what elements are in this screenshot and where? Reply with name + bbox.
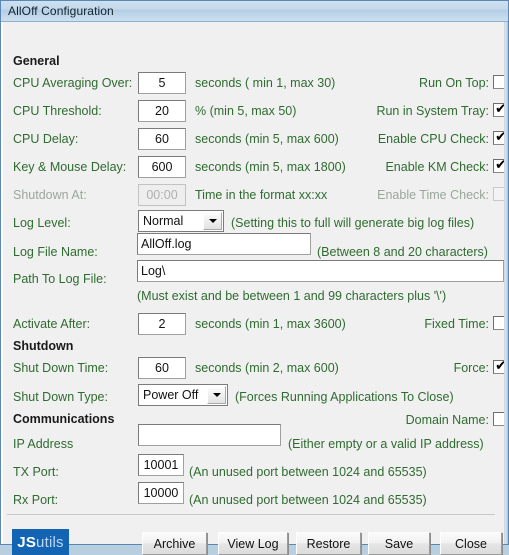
hint-cpu-threshold: % (min 5, max 50) bbox=[195, 104, 297, 118]
label-enable-cpu-check: Enable CPU Check: bbox=[377, 132, 489, 146]
section-header-communications: Communications bbox=[13, 412, 115, 426]
label-domain-name: Domain Name: bbox=[405, 413, 489, 427]
section-header-shutdown: Shutdown bbox=[13, 339, 74, 353]
view-log-button[interactable]: View Log bbox=[218, 532, 288, 555]
input-log-file-name[interactable] bbox=[137, 233, 311, 255]
hint-tx-port: (An unused port between 1024 and 65535) bbox=[189, 465, 427, 479]
window-title: AllOff Configuration bbox=[8, 4, 114, 18]
hint-shut-down-time: seconds (min 2, max 600) bbox=[195, 361, 339, 375]
select-shut-down-type[interactable]: Power Off bbox=[138, 384, 228, 406]
label-enable-time-check: Enable Time Check: bbox=[377, 188, 489, 202]
label-log-level: Log Level: bbox=[13, 216, 71, 230]
label-shut-down-type: Shut Down Type: bbox=[13, 390, 108, 404]
archive-button[interactable]: Archive bbox=[142, 532, 207, 555]
hint-activate-after: seconds (min 1, max 3600) bbox=[195, 317, 346, 331]
label-run-on-top: Run On Top: bbox=[419, 76, 489, 90]
label-cpu-averaging-over: CPU Averaging Over: bbox=[13, 76, 133, 90]
label-path-to-log-file: Path To Log File: bbox=[13, 272, 107, 286]
input-tx-port[interactable] bbox=[138, 454, 184, 476]
save-button[interactable]: Save bbox=[368, 532, 430, 555]
hint-log-file-name: (Between 8 and 20 characters) bbox=[317, 245, 488, 259]
input-key-mouse-delay[interactable] bbox=[138, 156, 186, 178]
allof-configuration-window: AllOff Configuration General CPU Averagi… bbox=[0, 0, 509, 555]
input-activate-after[interactable] bbox=[138, 313, 186, 335]
restore-button[interactable]: Restore bbox=[296, 532, 361, 555]
hint-rx-port: (An unused port between 1024 and 65535) bbox=[189, 493, 427, 507]
chevron-down-icon[interactable] bbox=[203, 212, 222, 230]
label-cpu-delay: CPU Delay: bbox=[13, 132, 79, 146]
jsutils-logo: JS utils bbox=[12, 529, 69, 555]
section-header-general: General bbox=[13, 54, 60, 68]
title-bar: AllOff Configuration bbox=[1, 1, 508, 22]
close-button[interactable]: Close bbox=[440, 532, 502, 555]
label-fixed-time: Fixed Time: bbox=[424, 317, 489, 331]
label-force: Force: bbox=[453, 361, 489, 375]
input-shut-down-time[interactable] bbox=[138, 357, 186, 379]
label-tx-port: TX Port: bbox=[13, 465, 59, 479]
label-cpu-threshold: CPU Threshold: bbox=[13, 104, 102, 118]
label-ip-address: IP Address bbox=[13, 437, 74, 451]
select-log-level[interactable]: Normal bbox=[138, 210, 224, 232]
input-cpu-threshold[interactable] bbox=[138, 100, 186, 122]
hint-shut-down-type: (Forces Running Applications To Close) bbox=[235, 390, 454, 404]
label-shutdown-at: Shutdown At: bbox=[13, 188, 87, 202]
logo-text-js: JS bbox=[17, 533, 37, 551]
window-client-area: General CPU Averaging Over: seconds ( mi… bbox=[1, 22, 508, 555]
input-rx-port[interactable] bbox=[138, 482, 184, 504]
label-run-in-system-tray: Run in System Tray: bbox=[376, 104, 489, 118]
input-path-to-log-file[interactable] bbox=[137, 260, 504, 282]
label-key-mouse-delay: Key & Mouse Delay: bbox=[13, 160, 127, 174]
window-right-edge bbox=[504, 22, 508, 544]
hint-ip-address: (Either empty or a valid IP address) bbox=[288, 437, 484, 451]
label-activate-after: Activate After: bbox=[13, 317, 91, 331]
input-ip-address[interactable] bbox=[138, 424, 281, 446]
settings-panel: General CPU Averaging Over: seconds ( mi… bbox=[3, 22, 507, 555]
hint-path-to-log-file: (Must exist and be between 1 and 99 char… bbox=[137, 289, 447, 303]
label-shut-down-time: Shut Down Time: bbox=[13, 361, 109, 375]
label-enable-km-check: Enable KM Check: bbox=[385, 160, 489, 174]
hint-log-level: (Setting this to full will generate big … bbox=[231, 216, 475, 230]
input-shutdown-at[interactable] bbox=[138, 184, 186, 206]
chevron-down-icon[interactable] bbox=[207, 386, 226, 404]
input-cpu-averaging-over[interactable] bbox=[138, 72, 186, 94]
logo-text-utils: utils bbox=[36, 533, 64, 551]
footer-divider bbox=[7, 514, 495, 515]
label-rx-port: Rx Port: bbox=[13, 493, 59, 507]
label-log-file-name: Log File Name: bbox=[13, 245, 98, 259]
select-shut-down-type-value: Power Off bbox=[143, 388, 199, 402]
select-log-level-value: Normal bbox=[143, 214, 184, 228]
input-cpu-delay[interactable] bbox=[138, 128, 186, 150]
